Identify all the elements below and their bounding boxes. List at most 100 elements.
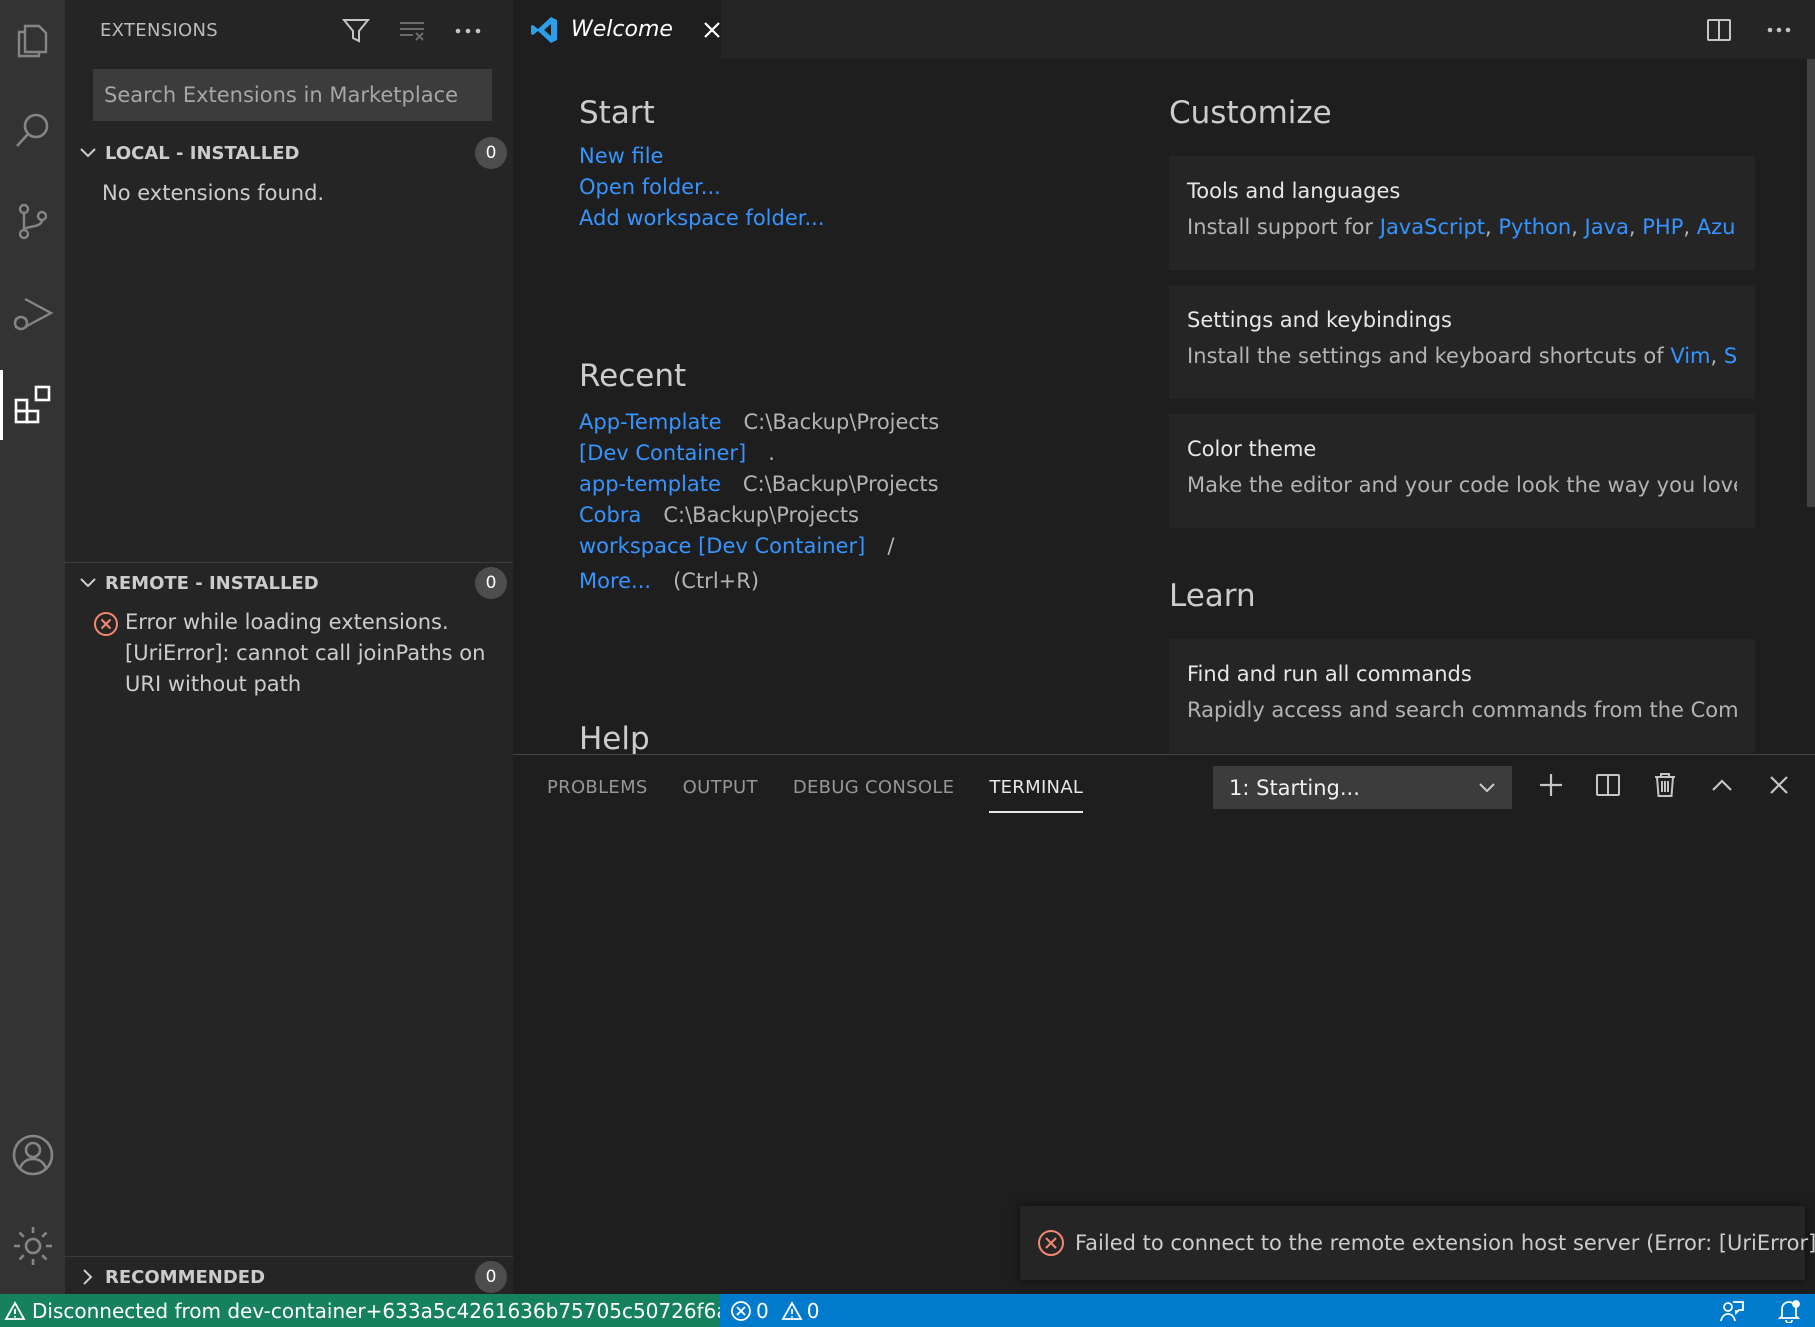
recent-item: Cobra C:\Backup\Projects [579, 500, 939, 531]
recent-item: app-template C:\Backup\Projects [579, 469, 939, 500]
javascript-link[interactable]: JavaScript [1380, 215, 1485, 239]
vim-link[interactable]: Vim [1670, 344, 1710, 368]
remote-indicator[interactable]: Disconnected from dev-container+633a5c42… [0, 1294, 720, 1327]
split-terminal-icon[interactable] [1591, 768, 1624, 801]
new-terminal-icon[interactable] [1534, 768, 1567, 801]
sublime-link[interactable]: Su... [1724, 344, 1737, 368]
more-shortcut: (Ctrl+R) [673, 569, 760, 593]
filter-icon[interactable] [339, 16, 373, 46]
panel-tabs: PROBLEMS OUTPUT DEBUG CONSOLE TERMINAL [547, 777, 1084, 813]
status-bar: Disconnected from dev-container+633a5c42… [0, 1294, 1815, 1327]
recent-link[interactable]: workspace [Dev Container] [579, 531, 865, 562]
recent-link[interactable]: app-template [579, 469, 721, 500]
add-workspace-folder-link[interactable]: Add workspace folder... [579, 206, 825, 231]
local-installed-header[interactable]: LOCAL - INSTALLED 0 [65, 133, 513, 173]
recommended-header[interactable]: RECOMMENDED 0 [65, 1257, 513, 1297]
sidebar-actions [339, 16, 485, 46]
warning-icon [4, 1300, 26, 1321]
terminal-select[interactable]: 1: Starting... [1213, 766, 1512, 809]
recent-link[interactable]: [Dev Container] [579, 438, 746, 469]
card-description: Install support for JavaScript, Python, … [1187, 214, 1737, 241]
panel-actions [1534, 768, 1795, 801]
card-description: Make the editor and your code look the w… [1187, 473, 1737, 497]
accounts-icon[interactable] [0, 1120, 65, 1190]
tab-problems[interactable]: PROBLEMS [547, 777, 648, 813]
find-commands-card[interactable]: Find and run all commands Rapidly access… [1169, 639, 1755, 753]
editor-actions [1703, 14, 1795, 46]
tab-welcome[interactable]: Welcome [513, 0, 721, 59]
tools-languages-card[interactable]: Tools and languages Install support for … [1169, 156, 1755, 270]
php-link[interactable]: PHP [1642, 215, 1683, 239]
editor-tabbar: Welcome [513, 0, 1815, 59]
search-icon[interactable] [0, 95, 65, 165]
count-badge: 0 [475, 1261, 507, 1293]
warning-count: 0 [806, 1298, 820, 1323]
start-heading: Start [579, 95, 655, 131]
remote-installed-header[interactable]: REMOTE - INSTALLED 0 [65, 563, 513, 603]
recent-item: workspace [Dev Container] / [579, 531, 939, 562]
new-file-link[interactable]: New file [579, 144, 825, 169]
card-description: Install the settings and keyboard shortc… [1187, 343, 1737, 370]
trash-icon[interactable] [1648, 768, 1681, 801]
tab-output[interactable]: OUTPUT [683, 777, 758, 813]
run-debug-icon[interactable] [0, 278, 65, 348]
recent-link[interactable]: App-Template [579, 407, 722, 438]
error-message: Error while loading extensions. [UriErro… [125, 610, 486, 696]
notification-message: Failed to connect to the remote extensio… [1075, 1231, 1815, 1255]
open-folder-link[interactable]: Open folder... [579, 175, 825, 200]
manage-gear-icon[interactable] [0, 1211, 65, 1281]
notifications-bell-icon[interactable] [1777, 1299, 1801, 1323]
recent-item: App-Template C:\Backup\Projects [579, 407, 939, 438]
more-actions-icon[interactable] [451, 16, 485, 46]
error-icon [1037, 1229, 1065, 1257]
maximize-panel-icon[interactable] [1705, 768, 1738, 801]
remote-status-text: Disconnected from dev-container+633a5c42… [32, 1298, 720, 1323]
close-icon[interactable] [703, 17, 721, 43]
recent-link[interactable]: Cobra [579, 500, 641, 531]
close-panel-icon[interactable] [1762, 768, 1795, 801]
recent-path: C:\Backup\Projects [663, 503, 859, 527]
count-badge: 0 [475, 137, 507, 169]
tab-terminal[interactable]: TERMINAL [989, 777, 1084, 813]
error-icon [730, 1300, 752, 1322]
extensions-sidebar: EXTENSIONS LOCAL - INSTALLED 0 No extens… [65, 0, 513, 1294]
sidebar-title: EXTENSIONS [100, 20, 219, 41]
warning-icon [781, 1300, 803, 1321]
scrollbar-thumb[interactable] [1807, 59, 1815, 507]
source-control-icon[interactable] [0, 186, 65, 256]
error-notification[interactable]: Failed to connect to the remote extensio… [1020, 1206, 1815, 1280]
more-link[interactable]: More... [579, 569, 651, 593]
recent-path: C:\Backup\Projects [742, 472, 939, 496]
tab-debug-console[interactable]: DEBUG CONSOLE [793, 777, 955, 813]
more-actions-icon[interactable] [1763, 14, 1795, 46]
settings-keybindings-card[interactable]: Settings and keybindings Install the set… [1169, 285, 1755, 399]
vscode-logo-icon [529, 15, 559, 45]
recent-item: [Dev Container] . [579, 438, 939, 469]
activity-bar [0, 0, 65, 1294]
recent-path: . [768, 441, 775, 465]
split-editor-icon[interactable] [1703, 14, 1735, 46]
count-badge: 0 [475, 567, 507, 599]
color-theme-card[interactable]: Color theme Make the editor and your cod… [1169, 414, 1755, 528]
python-link[interactable]: Python [1498, 215, 1571, 239]
start-links: New file Open folder... Add workspace fo… [579, 144, 825, 231]
card-description: Rapidly access and search commands from … [1187, 698, 1737, 722]
card-title: Color theme [1187, 437, 1317, 461]
extensions-search-box [93, 69, 492, 121]
problems-indicator[interactable]: 0 0 [730, 1294, 819, 1327]
extensions-icon[interactable] [0, 370, 65, 440]
java-link[interactable]: Java [1585, 215, 1629, 239]
terminal-select-value: 1: Starting... [1229, 775, 1360, 800]
empty-message: No extensions found. [102, 181, 325, 205]
extensions-search-input[interactable] [104, 83, 481, 107]
help-heading: Help [579, 721, 650, 754]
chevron-right-icon [73, 1268, 103, 1286]
chevron-down-icon [1478, 782, 1496, 794]
azure-link[interactable]: Azur... [1697, 215, 1737, 239]
clear-search-icon[interactable] [395, 16, 429, 46]
section-title: REMOTE - INSTALLED [105, 572, 319, 594]
explorer-icon[interactable] [0, 5, 65, 75]
recent-path: / [887, 534, 895, 558]
feedback-icon[interactable] [1719, 1299, 1745, 1323]
card-title: Settings and keybindings [1187, 308, 1452, 332]
